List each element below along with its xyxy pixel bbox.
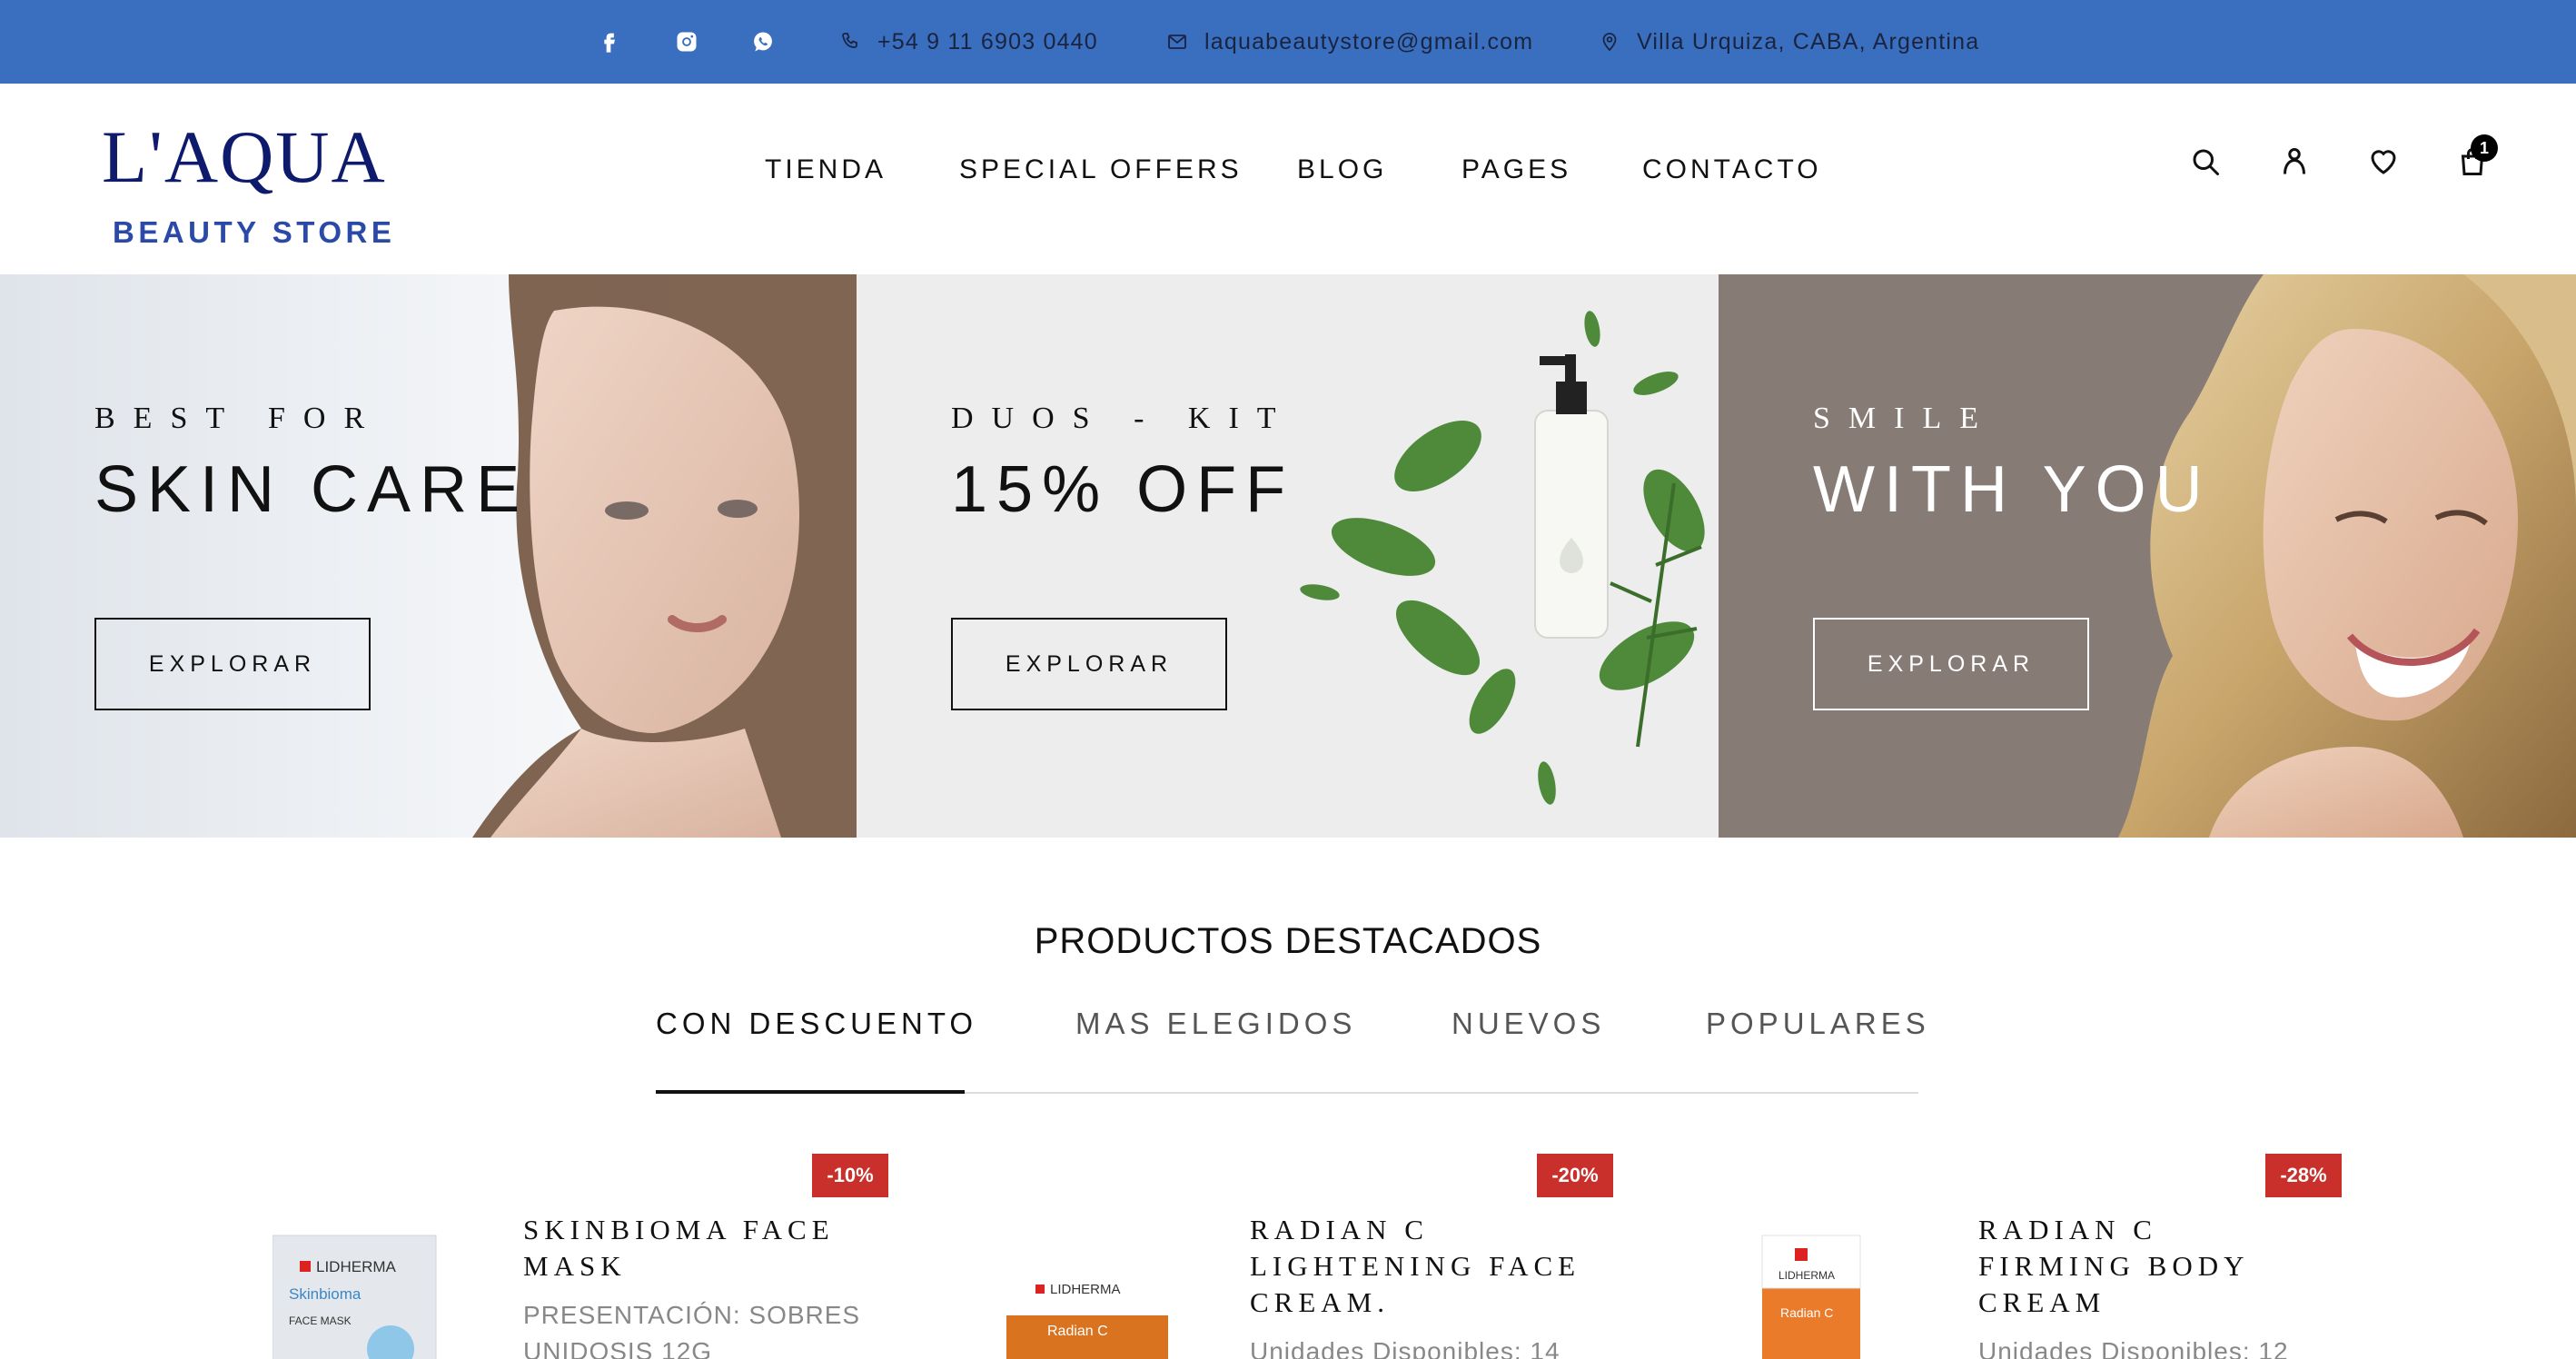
facebook-icon[interactable] xyxy=(592,25,625,58)
nav-special-offers[interactable]: SPECIAL OFFERS xyxy=(959,147,1243,193)
discount-badge: -10% xyxy=(812,1154,888,1197)
product-leaves-image xyxy=(857,274,1719,838)
tab-populares[interactable]: POPULARES xyxy=(1706,1007,1930,1041)
location-text: Villa Urquiza, CABA, Argentina xyxy=(1637,28,1980,55)
discount-badge: -28% xyxy=(2265,1154,2342,1197)
location-contact: Villa Urquiza, CABA, Argentina xyxy=(1599,24,1979,60)
phone-number: +54 9 11 6903 0440 xyxy=(877,28,1098,55)
featured-tabs: CON DESCUENTO MAS ELEGIDOS NUEVOS POPULA… xyxy=(656,999,1926,1094)
cart-count-badge: 1 xyxy=(2471,134,2498,162)
product-name-line: LIGHTENING FACE xyxy=(1250,1250,1581,1282)
product-image: LIDHERMA Skinbioma FACE MASK xyxy=(272,1181,527,1359)
active-tab-indicator xyxy=(656,1090,965,1094)
product-name-line: RADIAN C xyxy=(1250,1214,1429,1245)
location-pin-icon xyxy=(1602,33,1617,52)
banner-skin-care[interactable]: BEST FOR SKIN CARE EXPLORAR xyxy=(0,274,857,838)
user-icon[interactable] xyxy=(2273,140,2316,184)
product-list: LIDHERMA Skinbioma FACE MASK -10% SKINBI… xyxy=(0,1145,2576,1359)
product-name-line: SKINBIOMA FACE xyxy=(523,1214,835,1245)
skin-care-model-image xyxy=(0,274,857,838)
whatsapp-icon[interactable] xyxy=(747,25,779,58)
explore-button[interactable]: EXPLORAR xyxy=(94,618,371,710)
pack-name-text: Radian C xyxy=(1047,1324,1108,1339)
top-bar: +54 9 11 6903 0440 laquabeautystore@gmai… xyxy=(0,0,2576,84)
tab-con-descuento[interactable]: CON DESCUENTO xyxy=(656,1007,977,1041)
banner-smile[interactable]: SMILE WITH YOU EXPLORAR xyxy=(1719,274,2576,838)
product-name-line: CREAM. xyxy=(1250,1286,1390,1318)
pack-name-text: Skinbioma xyxy=(289,1285,362,1303)
heart-icon[interactable] xyxy=(2362,140,2405,184)
product-name[interactable]: RADIAN C FIRMING BODY CREAM xyxy=(1978,1212,2360,1321)
product-description: Unidades Disponibles: 14 xyxy=(1250,1337,1560,1359)
banner-kicker: SMILE xyxy=(1813,402,1996,435)
mail-icon xyxy=(1168,35,1186,49)
product-image: LIDHERMA Radian C xyxy=(961,1181,1215,1359)
banner-duos-kit[interactable]: DUOS - KIT 15% OFF EXPLORAR xyxy=(857,274,1719,838)
banner-kicker: DUOS - KIT xyxy=(951,402,1294,435)
product-name[interactable]: RADIAN C LIGHTENING FACE CREAM. xyxy=(1250,1212,1631,1321)
logo-sub-text: BEAUTY STORE xyxy=(113,215,396,249)
product-name-line: MASK xyxy=(523,1250,627,1282)
product-description: PRESENTACIÓN: SOBRES UNIDOSIS 12G xyxy=(523,1301,861,1359)
product-name-line: FIRMING BODY xyxy=(1978,1250,2250,1282)
pack-brand-text: LIDHERMA xyxy=(1050,1282,1121,1297)
product-card[interactable]: LIDHERMA Radian C -20% RADIAN C LIGHTENI… xyxy=(961,1145,1651,1359)
banner-headline: SKIN CARE xyxy=(94,453,530,526)
phone-contact[interactable]: +54 9 11 6903 0440 xyxy=(839,24,1098,60)
banner-headline: 15% OFF xyxy=(951,453,1295,526)
pack-brand-text: LIDHERMA xyxy=(1778,1269,1835,1282)
nav-blog[interactable]: BLOG xyxy=(1297,147,1387,193)
nav-contacto[interactable]: CONTACTO xyxy=(1642,147,1822,193)
product-description: Unidades Disponibles: 12 xyxy=(1978,1337,2289,1359)
pack-type-text: FACE MASK xyxy=(289,1314,352,1327)
product-name-line: CREAM xyxy=(1978,1286,2106,1318)
product-card[interactable]: LIDHERMA Skinbioma FACE MASK -10% SKINBI… xyxy=(272,1145,963,1359)
featured-title: PRODUCTOS DESTACADOS xyxy=(1034,921,1542,961)
tab-nuevos[interactable]: NUEVOS xyxy=(1451,1007,1605,1041)
product-name[interactable]: SKINBIOMA FACE MASK xyxy=(523,1212,887,1285)
discount-badge: -20% xyxy=(1537,1154,1613,1197)
product-image: LIDHERMA Radian C xyxy=(1691,1181,1946,1359)
pack-brand-text: LIDHERMA xyxy=(316,1258,397,1275)
search-icon[interactable] xyxy=(2184,140,2227,184)
tab-mas-elegidos[interactable]: MAS ELEGIDOS xyxy=(1075,1007,1356,1041)
hero-banners: BEST FOR SKIN CARE EXPLORAR DUOS - KIT 1… xyxy=(0,274,2576,838)
store-logo[interactable]: L'AQUA BEAUTY STORE xyxy=(102,115,429,249)
explore-button[interactable]: EXPLORAR xyxy=(951,618,1227,710)
nav-tienda[interactable]: TIENDA xyxy=(765,147,887,193)
site-header: L'AQUA BEAUTY STORE TIENDA SPECIAL OFFER… xyxy=(0,84,2576,274)
nav-pages[interactable]: PAGES xyxy=(1461,147,1571,193)
product-card[interactable]: LIDHERMA Radian C -28% RADIAN C FIRMING … xyxy=(1691,1145,2382,1359)
phone-icon xyxy=(842,33,857,48)
email-contact[interactable]: laquabeautystore@gmail.com xyxy=(1166,24,1533,60)
instagram-icon[interactable] xyxy=(670,25,703,58)
product-name-line: RADIAN C xyxy=(1978,1214,2157,1245)
pack-name-text: Radian C xyxy=(1780,1305,1833,1320)
email-address: laquabeautystore@gmail.com xyxy=(1204,28,1534,55)
smiling-model-image xyxy=(1719,274,2576,838)
explore-button[interactable]: EXPLORAR xyxy=(1813,618,2089,710)
logo-main-text: L'AQUA xyxy=(102,115,387,198)
cart-icon[interactable]: 1 xyxy=(2451,134,2498,184)
banner-headline: WITH YOU xyxy=(1813,453,2212,526)
banner-kicker: BEST FOR xyxy=(94,402,383,435)
